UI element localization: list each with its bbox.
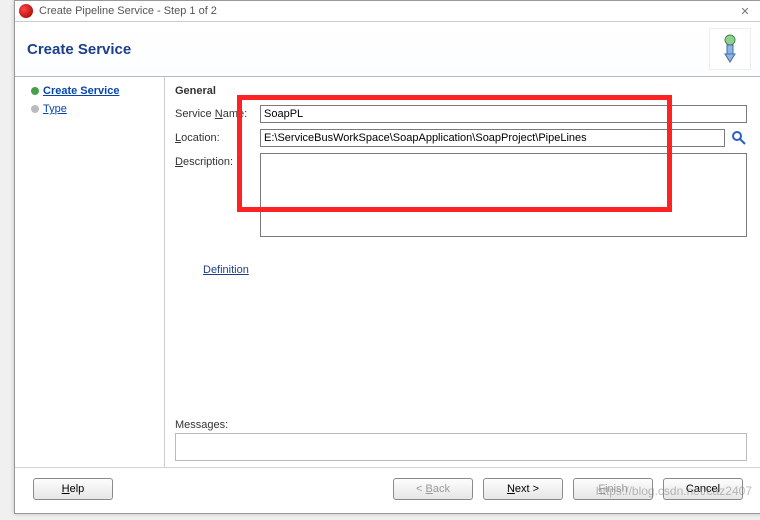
location-input[interactable] [260, 129, 725, 147]
step-label: Create Service [43, 85, 119, 97]
messages-box [175, 433, 747, 461]
banner-heading: Create Service [27, 41, 131, 58]
step-create-service: Create Service [31, 85, 154, 97]
label-location: Location: [175, 129, 260, 144]
app-icon [19, 4, 33, 18]
row-description: Description: [175, 153, 747, 240]
row-location: Location: [175, 129, 747, 147]
banner: Create Service [15, 22, 760, 77]
label-description: Description: [175, 153, 260, 168]
section-general: General [175, 85, 747, 97]
label-messages: Messages: [175, 419, 747, 431]
window-title: Create Pipeline Service - Step 1 of 2 [39, 5, 733, 17]
back-button[interactable]: < Back [393, 478, 473, 500]
step-label: Type [43, 103, 67, 115]
step-dot-icon [31, 87, 39, 95]
close-icon[interactable]: ✕ [733, 5, 757, 18]
step-type[interactable]: Type [31, 103, 154, 115]
titlebar: Create Pipeline Service - Step 1 of 2 ✕ [15, 1, 760, 22]
browse-icon[interactable] [731, 130, 747, 146]
service-name-input[interactable] [260, 105, 747, 123]
watermark: https://blog.csdn.net/caz2407 [596, 484, 752, 498]
wizard-icon [709, 28, 751, 70]
spacer [175, 276, 747, 413]
form-panel: General Service Name: Location: Descript… [165, 77, 760, 467]
wizard-steps-nav: Create Service Type [15, 77, 165, 467]
content-area: Create Service Type General Service Name… [15, 77, 760, 467]
dialog-window: Create Pipeline Service - Step 1 of 2 ✕ … [14, 0, 760, 514]
description-textarea[interactable] [260, 153, 747, 237]
step-dot-icon [31, 105, 39, 113]
next-button[interactable]: Next > [483, 478, 563, 500]
section-definition: Definition [203, 264, 747, 276]
label-service-name: Service Name: [175, 105, 260, 120]
help-button[interactable]: Help [33, 478, 113, 500]
row-service-name: Service Name: [175, 105, 747, 123]
